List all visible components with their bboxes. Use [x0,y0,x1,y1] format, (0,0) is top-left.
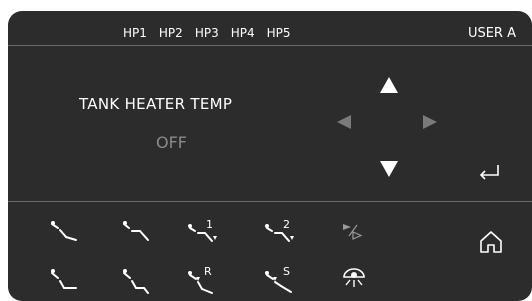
arrow-down-icon[interactable] [379,160,399,178]
position-1-button[interactable] [48,219,80,245]
position-4-button[interactable] [120,266,152,298]
tab-hp3[interactable]: HP3 [192,26,222,40]
setting-title: TANK HEATER TEMP [79,95,233,113]
reset-position-label: R [204,265,212,278]
hp-tab-bar: HP1 HP2 HP3 HP4 HP5 [120,26,300,40]
user-label[interactable]: USER A [468,26,516,41]
bottom-divider [8,201,532,202]
operating-light-button[interactable] [341,265,367,295]
tab-hp1[interactable]: HP1 [120,26,150,40]
arrow-left-icon[interactable] [336,114,352,130]
memory-2-label: 2 [283,218,290,231]
shower-position-button[interactable]: S [263,263,297,299]
shower-position-label: S [283,265,290,278]
enter-icon[interactable] [477,163,501,181]
setting-value: OFF [156,133,187,152]
reset-position-button[interactable]: R [186,263,220,299]
memory-1-button[interactable]: 1 [186,216,220,246]
arrow-up-icon[interactable] [379,76,399,94]
control-panel: HP1 HP2 HP3 HP4 HP5 USER A TANK HEATER T… [8,11,532,301]
tab-hp4[interactable]: HP4 [228,26,258,40]
home-icon[interactable] [478,229,504,255]
arrow-right-icon[interactable] [422,114,438,130]
position-3-button[interactable] [48,266,80,298]
memory-2-button[interactable]: 2 [263,216,297,246]
position-2-button[interactable] [120,219,152,245]
memory-1-label: 1 [206,218,213,231]
play-step-button[interactable] [341,221,365,241]
top-divider [8,45,532,46]
tab-hp5[interactable]: HP5 [264,26,294,40]
tab-hp2[interactable]: HP2 [156,26,186,40]
